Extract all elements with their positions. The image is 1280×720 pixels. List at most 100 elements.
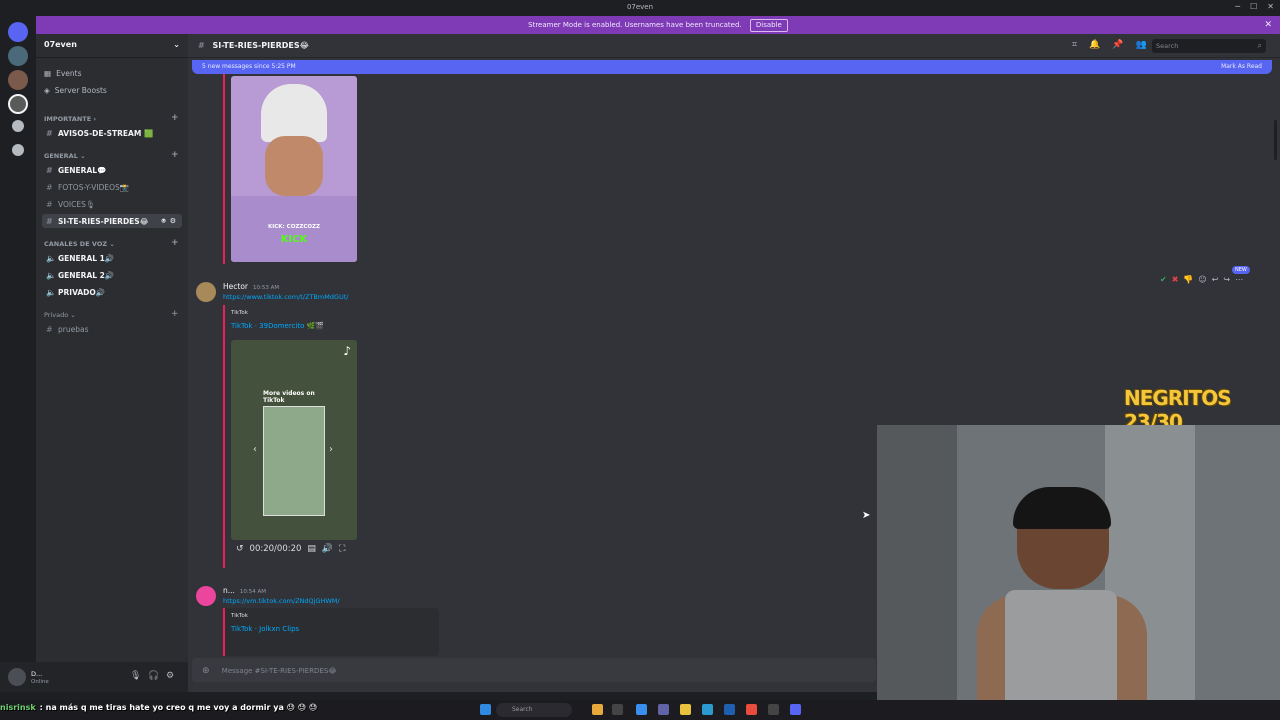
voice-channel-general-1[interactable]: 🔈 GENERAL 1🔊	[42, 251, 182, 265]
avatar[interactable]	[196, 282, 216, 302]
microphone-icon[interactable]: 🎙	[130, 671, 141, 681]
message-author[interactable]: Hector 10:53 AM	[223, 282, 279, 291]
author-name[interactable]: n...	[223, 586, 235, 595]
category-importante[interactable]: IMPORTANTE › +	[44, 113, 179, 123]
message-link[interactable]: https://www.tiktok.com/t/ZTBmMdGUt/	[223, 293, 348, 301]
scrollbar[interactable]	[1274, 120, 1277, 160]
category-general[interactable]: GENERAL ⌄ +	[44, 150, 179, 160]
server-header[interactable]: 07even ⌄	[36, 34, 188, 58]
app-icon[interactable]	[636, 704, 647, 715]
nav-server-boosts[interactable]: ◈ Server Boosts	[44, 86, 107, 95]
server-icon[interactable]	[8, 70, 28, 90]
kick-brand: KICK	[280, 234, 308, 245]
add-channel-icon[interactable]: +	[171, 113, 179, 123]
message-actions: ✔ ✖ 👎 ☺ ↩ ↪ ⋯	[1160, 275, 1243, 284]
message-timestamp: 10:54 AM	[239, 589, 267, 595]
discord-home-icon[interactable]	[8, 22, 28, 42]
video-preview-card[interactable]	[263, 406, 325, 516]
message-author[interactable]: n... 10:54 AM	[223, 586, 266, 595]
add-channel-icon[interactable]: +	[171, 238, 179, 248]
add-attachment-icon[interactable]: ⊕	[202, 666, 210, 676]
more-videos-text: More videos on TikTok	[263, 390, 315, 404]
channel-si-te-ries-pierdes[interactable]: # SI-TE-RIES-PIERDES😂 ⍟ ⚙	[42, 214, 182, 228]
search-input[interactable]: Search ⌕	[1152, 39, 1266, 53]
check-reaction-icon[interactable]: ✔	[1160, 275, 1167, 284]
captions-icon[interactable]: ▤	[307, 544, 316, 554]
channel-voices[interactable]: # VOICES🎙	[42, 197, 182, 211]
active-server-icon[interactable]	[8, 94, 28, 114]
channel-pruebas[interactable]: # pruebas	[42, 322, 182, 336]
reply-icon[interactable]: ↩	[1212, 275, 1219, 284]
chat-username: nisrinsk	[0, 703, 36, 712]
maximize-icon[interactable]: ☐	[1250, 2, 1257, 11]
message-link[interactable]: https://vm.tiktok.com/ZNdQjGHWM/	[223, 597, 340, 605]
message-composer[interactable]: ⊕ Message #SI-TE-RIES-PIERDES😂	[192, 658, 876, 682]
embed-title[interactable]: TikTok · 39Domercito 🌿🎬	[231, 322, 324, 330]
windows-start-icon[interactable]	[480, 704, 491, 715]
avatar[interactable]	[196, 586, 216, 606]
avatar[interactable]	[8, 668, 26, 686]
threads-icon[interactable]: ⌗	[1072, 40, 1077, 50]
embed-accent-bar	[223, 74, 225, 264]
chrome-icon[interactable]	[746, 704, 757, 715]
video-thumbnail[interactable]: KICK: COZZCOZZ KICK	[231, 76, 357, 262]
category-canales-de-voz[interactable]: CANALES DE VOZ ⌄ +	[44, 238, 179, 248]
category-privado[interactable]: Privado ⌄ +	[44, 309, 179, 319]
gear-icon[interactable]: ⚙	[166, 671, 174, 681]
hashtag-icon: #	[46, 324, 53, 334]
chevron-down-icon[interactable]: ⌄	[173, 40, 180, 49]
author-name[interactable]: Hector	[223, 282, 248, 291]
invite-icon[interactable]: ⍟	[162, 217, 166, 226]
channel-title: SI-TE-RIES-PIERDES😂	[212, 41, 310, 50]
webcam-feed	[877, 425, 1280, 720]
replay-icon[interactable]: ↺	[236, 544, 244, 554]
disable-streamer-mode-button[interactable]: Disable	[749, 19, 788, 32]
channel-fotos-y-videos[interactable]: # FOTOS-Y-VIDEOS📸	[42, 180, 182, 194]
emoji-icon[interactable]: ☺	[1198, 275, 1206, 284]
embed-title[interactable]: TikTok · Jolkxn Clips	[231, 625, 299, 633]
fullscreen-icon[interactable]: ⛶	[339, 544, 345, 554]
nav-boosts-label: Server Boosts	[54, 86, 107, 95]
bell-icon[interactable]: 🔔	[1089, 40, 1100, 50]
volume-icon[interactable]: 🔊	[322, 544, 333, 554]
forward-icon[interactable]: ↪	[1223, 275, 1230, 284]
new-messages-bar[interactable]: 5 new messages since 5:25 PM Mark As Rea…	[192, 60, 1272, 74]
discord-icon[interactable]	[790, 704, 801, 715]
gear-icon[interactable]: ⚙	[170, 217, 176, 226]
voice-channel-general-2[interactable]: 🔈 GENERAL 2🔊	[42, 268, 182, 282]
nav-events[interactable]: ▦ Events	[44, 69, 82, 78]
close-icon[interactable]: ✕	[1267, 2, 1274, 11]
app-icon[interactable]	[724, 704, 735, 715]
headphones-icon[interactable]: 🎧	[148, 671, 159, 681]
taskbar-search[interactable]: Search	[496, 703, 572, 717]
voice-channel-privado[interactable]: 🔈 PRIVADO🔊	[42, 285, 182, 299]
pin-icon[interactable]: 📌	[1112, 40, 1123, 50]
add-channel-icon[interactable]: +	[171, 150, 179, 160]
app-icon[interactable]	[768, 704, 779, 715]
app-icon[interactable]	[612, 704, 623, 715]
mark-as-read-button[interactable]: Mark As Read	[1221, 63, 1262, 70]
tiktok-video-player[interactable]: ♪ More videos on TikTok ‹ ›	[231, 340, 357, 540]
thumbs-down-icon[interactable]: 👎	[1183, 275, 1193, 284]
channel-general[interactable]: # GENERAL💬	[42, 163, 182, 177]
members-icon[interactable]: 👥	[1136, 40, 1147, 50]
add-server-icon[interactable]	[12, 120, 24, 132]
cross-reaction-icon[interactable]: ✖	[1172, 275, 1179, 284]
edge-icon[interactable]	[702, 704, 713, 715]
file-explorer-icon[interactable]	[592, 704, 603, 715]
teams-icon[interactable]	[658, 704, 669, 715]
add-channel-icon[interactable]: +	[171, 309, 179, 319]
door-frame	[877, 425, 957, 720]
close-banner-icon[interactable]: ✕	[1264, 16, 1272, 34]
more-icon[interactable]: ⋯	[1235, 275, 1243, 284]
app-icon[interactable]	[680, 704, 691, 715]
chevron-right-icon[interactable]: ›	[329, 444, 333, 455]
server-icon[interactable]	[8, 46, 28, 66]
explore-servers-icon[interactable]	[12, 144, 24, 156]
chevron-left-icon[interactable]: ‹	[253, 444, 257, 455]
category-label: GENERAL	[44, 152, 78, 160]
minimize-icon[interactable]: ─	[1235, 2, 1240, 11]
speaker-icon: 🔈	[46, 287, 56, 297]
channel-avisos-de-stream[interactable]: # AVISOS-DE-STREAM 🟩	[42, 126, 182, 140]
video-time: 00:20/00:20	[249, 544, 302, 554]
